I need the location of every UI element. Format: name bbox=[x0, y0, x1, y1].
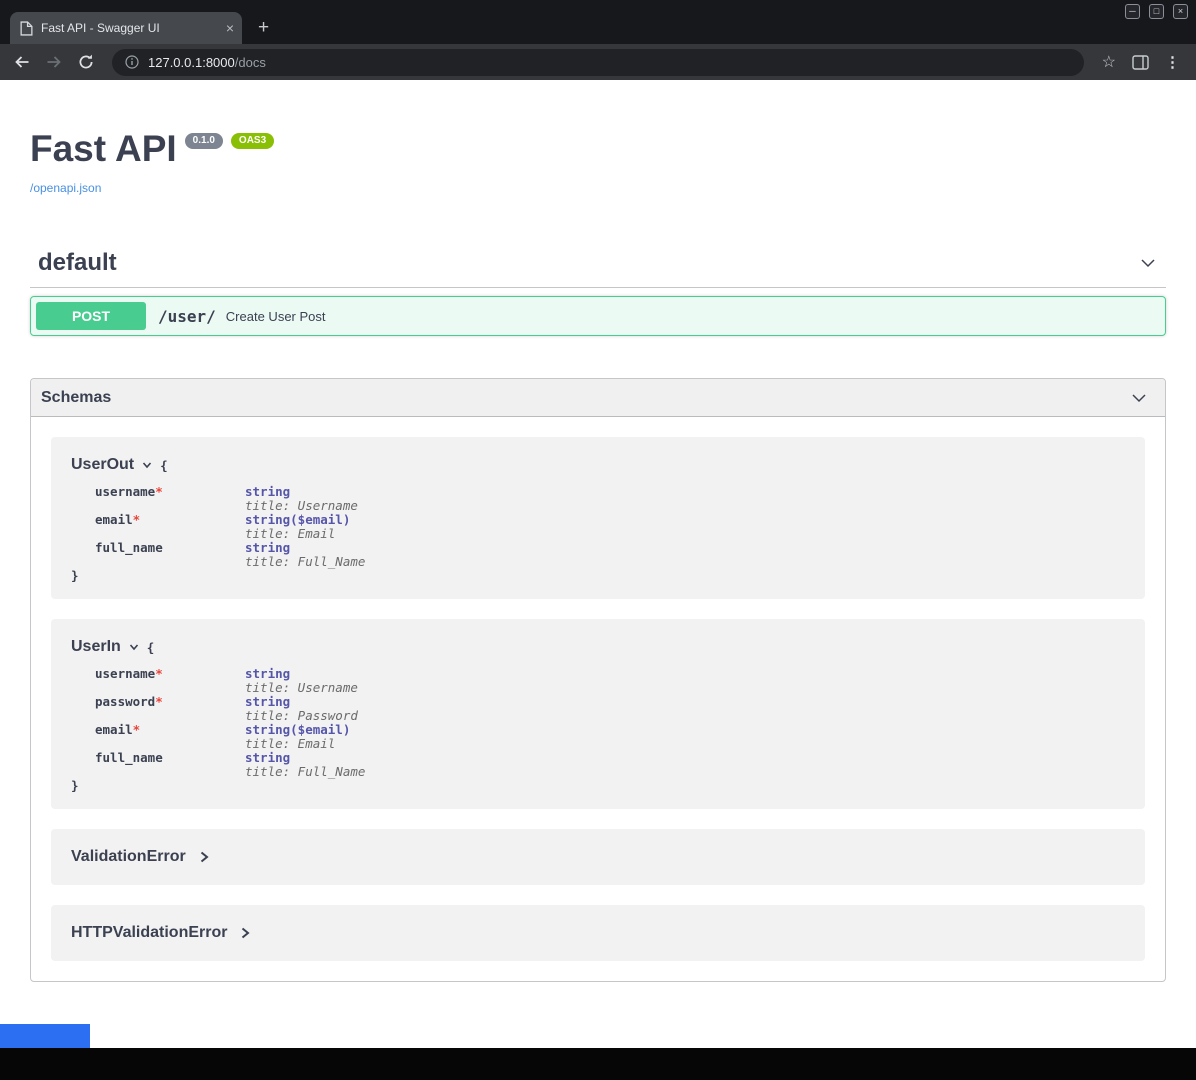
schemas-section: Schemas UserOut { username* bbox=[30, 378, 1166, 982]
browser-titlebar: ─ □ × Fast API - Swagger UI × + bbox=[0, 0, 1196, 44]
schemas-title: Schemas bbox=[41, 389, 111, 407]
status-bubble bbox=[0, 1024, 90, 1048]
property-title: title: Username bbox=[245, 499, 358, 513]
window-edge bbox=[0, 1048, 1196, 1064]
url-text: 127.0.0.1:8000/docs bbox=[148, 55, 266, 70]
browser-toolbar: 127.0.0.1:8000/docs ☆ ⋮ bbox=[0, 44, 1196, 80]
property-row: email* string($email) title: Email bbox=[95, 513, 1125, 541]
property-type: string bbox=[245, 485, 358, 499]
property-type: string bbox=[245, 751, 365, 765]
model-validationerror[interactable]: ValidationError bbox=[51, 829, 1145, 885]
api-title: Fast API bbox=[30, 128, 177, 169]
property-title: title: Full_Name bbox=[245, 765, 365, 779]
property-name: username bbox=[95, 484, 155, 499]
property-row: full_name string title: Full_Name bbox=[95, 541, 1125, 569]
model-header[interactable]: UserOut { bbox=[71, 453, 1125, 477]
open-brace: { bbox=[147, 640, 155, 655]
oas3-badge: OAS3 bbox=[231, 133, 274, 149]
property-name: email bbox=[95, 722, 133, 737]
endpoint-summary: Create User Post bbox=[226, 309, 326, 324]
property-row: full_name string title: Full_Name bbox=[95, 751, 1125, 779]
model-name: UserOut bbox=[71, 456, 134, 474]
property-row: username* string title: Username bbox=[95, 667, 1125, 695]
property-name: password bbox=[95, 694, 155, 709]
property-title: title: Password bbox=[245, 709, 358, 723]
property-type: string bbox=[245, 667, 358, 681]
chevron-down-icon[interactable] bbox=[141, 459, 153, 471]
close-brace: } bbox=[71, 779, 1125, 793]
chevron-right-icon[interactable] bbox=[239, 925, 251, 941]
property-title: title: Full_Name bbox=[245, 555, 365, 569]
schemas-header[interactable]: Schemas bbox=[31, 379, 1165, 417]
property-type: string($email) bbox=[245, 723, 350, 737]
new-tab-button[interactable]: + bbox=[258, 18, 269, 37]
forward-icon[interactable] bbox=[42, 50, 66, 74]
property-type: string bbox=[245, 541, 365, 555]
open-brace: { bbox=[160, 458, 168, 473]
minimize-button[interactable]: ─ bbox=[1125, 4, 1140, 19]
model-userin: UserIn { username* string title: Usernam… bbox=[51, 619, 1145, 809]
endpoint-path: /user/ bbox=[158, 307, 216, 326]
required-star: * bbox=[133, 722, 141, 737]
property-title: title: Username bbox=[245, 681, 358, 695]
method-badge: POST bbox=[36, 302, 146, 330]
version-badge: 0.1.0 bbox=[185, 133, 223, 149]
maximize-button[interactable]: □ bbox=[1149, 4, 1164, 19]
endpoint-post-user[interactable]: POST /user/ Create User Post bbox=[30, 296, 1166, 336]
page-title: Fast API 0.1.0 OAS3 bbox=[30, 128, 1166, 169]
required-star: * bbox=[155, 484, 163, 499]
required-star: * bbox=[155, 694, 163, 709]
chevron-down-icon[interactable] bbox=[1138, 253, 1158, 273]
property-name: full_name bbox=[95, 750, 163, 765]
reload-icon[interactable] bbox=[74, 50, 98, 74]
tag-name: default bbox=[38, 249, 117, 277]
property-type: string bbox=[245, 695, 358, 709]
url-path: /docs bbox=[235, 55, 266, 70]
property-title: title: Email bbox=[245, 527, 350, 541]
property-name: full_name bbox=[95, 540, 163, 555]
close-button[interactable]: × bbox=[1173, 4, 1188, 19]
chevron-down-icon[interactable] bbox=[128, 641, 140, 653]
tag-section-default[interactable]: default bbox=[30, 249, 1166, 288]
required-star: * bbox=[155, 666, 163, 681]
schemas-body: UserOut { username* string title: Userna… bbox=[31, 417, 1165, 981]
required-star: * bbox=[133, 512, 141, 527]
browser-menu-icon[interactable]: ⋮ bbox=[1161, 53, 1186, 71]
browser-tab[interactable]: Fast API - Swagger UI × bbox=[10, 12, 242, 44]
back-icon[interactable] bbox=[10, 50, 34, 74]
model-name: HTTPValidationError bbox=[71, 924, 227, 942]
url-host: 127.0.0.1:8000 bbox=[148, 55, 235, 70]
openapi-spec-link[interactable]: /openapi.json bbox=[30, 181, 101, 195]
close-brace: } bbox=[71, 569, 1125, 583]
address-bar[interactable]: 127.0.0.1:8000/docs bbox=[112, 49, 1084, 76]
tab-close-icon[interactable]: × bbox=[226, 21, 234, 35]
model-properties: username* string title: Username email* … bbox=[95, 485, 1125, 569]
bookmark-star-icon[interactable]: ☆ bbox=[1098, 52, 1120, 72]
model-header[interactable]: UserIn { bbox=[71, 635, 1125, 659]
window-controls: ─ □ × bbox=[1125, 4, 1188, 19]
property-row: password* string title: Password bbox=[95, 695, 1125, 723]
chevron-right-icon[interactable] bbox=[198, 849, 210, 865]
model-name: UserIn bbox=[71, 638, 121, 656]
property-row: email* string($email) title: Email bbox=[95, 723, 1125, 751]
property-name: username bbox=[95, 666, 155, 681]
side-panel-icon[interactable] bbox=[1128, 55, 1153, 70]
property-type: string($email) bbox=[245, 513, 350, 527]
property-title: title: Email bbox=[245, 737, 350, 751]
property-row: username* string title: Username bbox=[95, 485, 1125, 513]
chevron-down-icon[interactable] bbox=[1129, 388, 1149, 408]
property-name: email bbox=[95, 512, 133, 527]
tab-title: Fast API - Swagger UI bbox=[41, 21, 218, 35]
page-favicon-icon bbox=[20, 21, 33, 36]
site-info-icon[interactable] bbox=[125, 55, 139, 69]
model-name: ValidationError bbox=[71, 848, 186, 866]
model-httpvalidationerror[interactable]: HTTPValidationError bbox=[51, 905, 1145, 961]
swagger-page: Fast API 0.1.0 OAS3 /openapi.json defaul… bbox=[0, 80, 1196, 1048]
model-userout: UserOut { username* string title: Userna… bbox=[51, 437, 1145, 599]
model-properties: username* string title: Username passwor… bbox=[95, 667, 1125, 779]
